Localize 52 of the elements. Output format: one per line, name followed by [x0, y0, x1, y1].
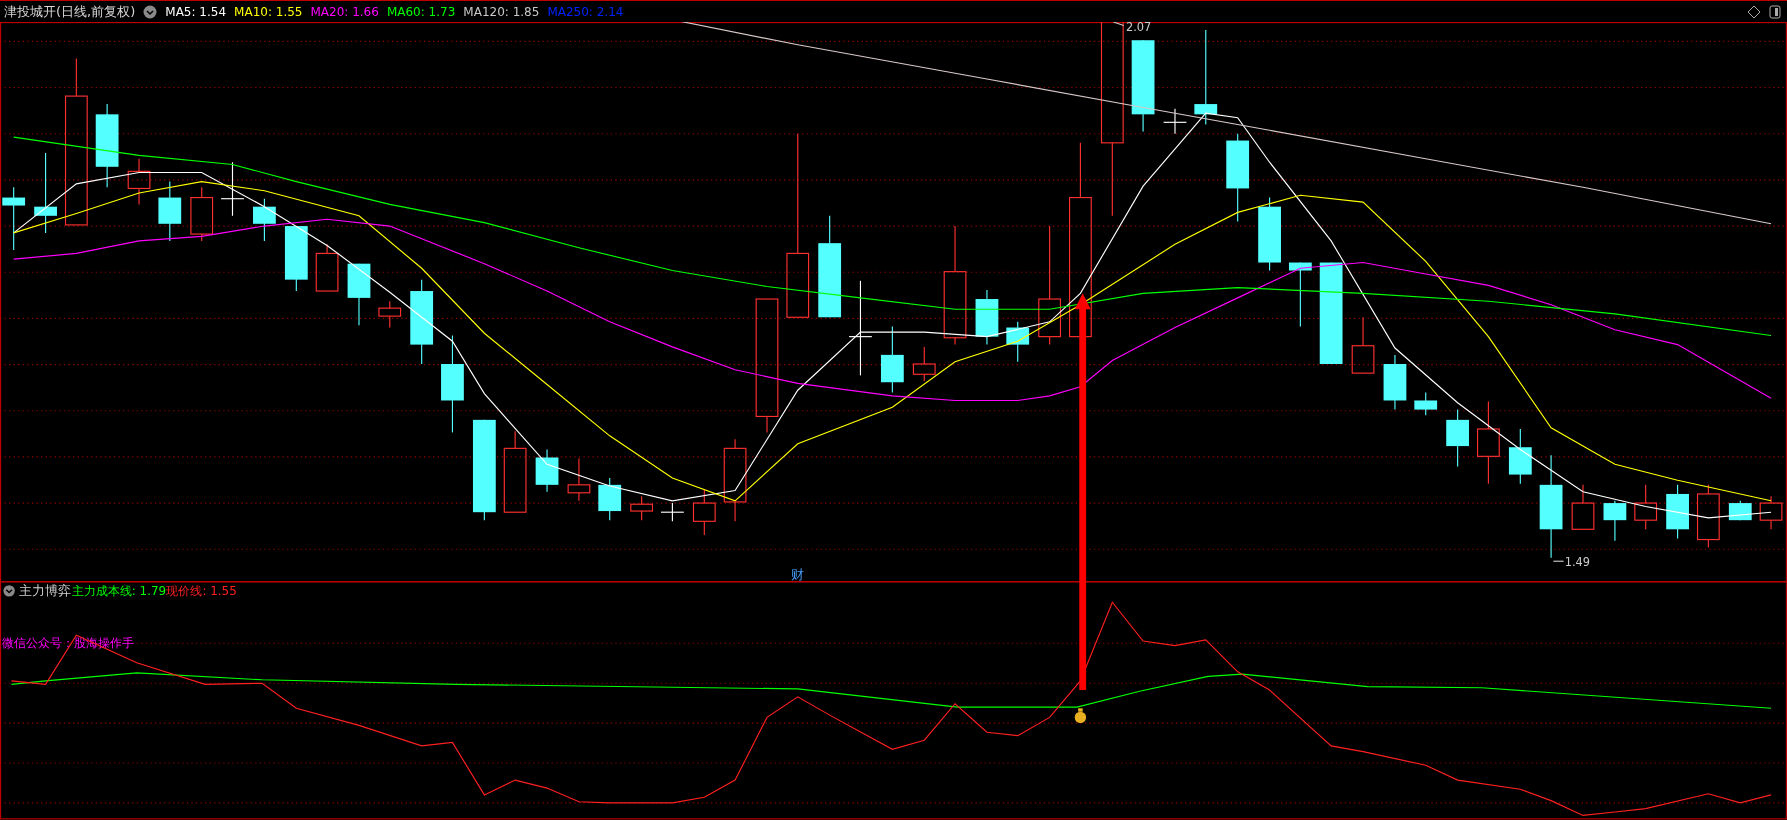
candlestick [1603, 500, 1627, 542]
indicator-legend: 现价线: 1.55 [166, 584, 237, 599]
ma-legend: MA20: 1.66 [310, 4, 379, 19]
candlestick [1006, 321, 1030, 363]
candlestick [692, 488, 716, 536]
candlestick [253, 198, 276, 242]
candlestick [1571, 484, 1595, 530]
candlestick [535, 448, 559, 493]
candlestick [567, 458, 591, 502]
candlestick [158, 181, 182, 242]
candlestick [347, 263, 371, 326]
candlestick [912, 346, 936, 382]
dropdown-icon[interactable] [143, 4, 158, 19]
candlestick [2, 186, 26, 251]
candlestick [1383, 354, 1407, 411]
diamond-icon[interactable] [1747, 4, 1761, 19]
candlestick [660, 502, 685, 522]
candlestick [1163, 108, 1187, 135]
candlestick [1351, 316, 1375, 374]
candlestick [630, 495, 654, 521]
candlestick [1696, 484, 1720, 549]
candlestick [1666, 484, 1689, 539]
ma-legend: MA5: 1.54 [165, 4, 227, 19]
high-price-label: 2.07 [1112, 22, 1152, 35]
candlestick [1759, 495, 1783, 530]
stock-title: 津投城开(日线,前复权) [4, 2, 136, 21]
panel-toggle-icon[interactable] [1769, 4, 1781, 19]
candlestick [378, 300, 402, 329]
candlestick [190, 186, 214, 242]
indicator-legend: 主力成本线: 1.79 [71, 584, 167, 599]
money-bag-icon [1074, 708, 1087, 724]
ma-legend: MA250: 2.14 [547, 4, 624, 19]
event-marker[interactable]: 财 [790, 567, 804, 583]
candlestick [220, 161, 245, 217]
candlestick [127, 158, 151, 205]
low-price-label: 1.49 [1552, 554, 1591, 569]
ma-legend: MA120: 1.85 [463, 4, 540, 19]
candlestick [1288, 261, 1312, 327]
candlestick [1634, 484, 1658, 530]
candlestick [975, 289, 999, 346]
candlestick [880, 325, 904, 394]
candlestick [598, 477, 622, 521]
dropdown-icon[interactable] [3, 585, 15, 597]
candlestick [284, 225, 308, 292]
ma-legend: MA10: 1.55 [234, 4, 303, 19]
candlestick [1446, 409, 1470, 468]
candlestick [1508, 428, 1532, 485]
candlestick [1728, 500, 1752, 521]
ma-legend: MA60: 1.73 [386, 4, 456, 19]
indicator-title: 主力博弈 [19, 583, 72, 599]
candlestick [315, 243, 339, 292]
candlestick [1414, 391, 1438, 416]
